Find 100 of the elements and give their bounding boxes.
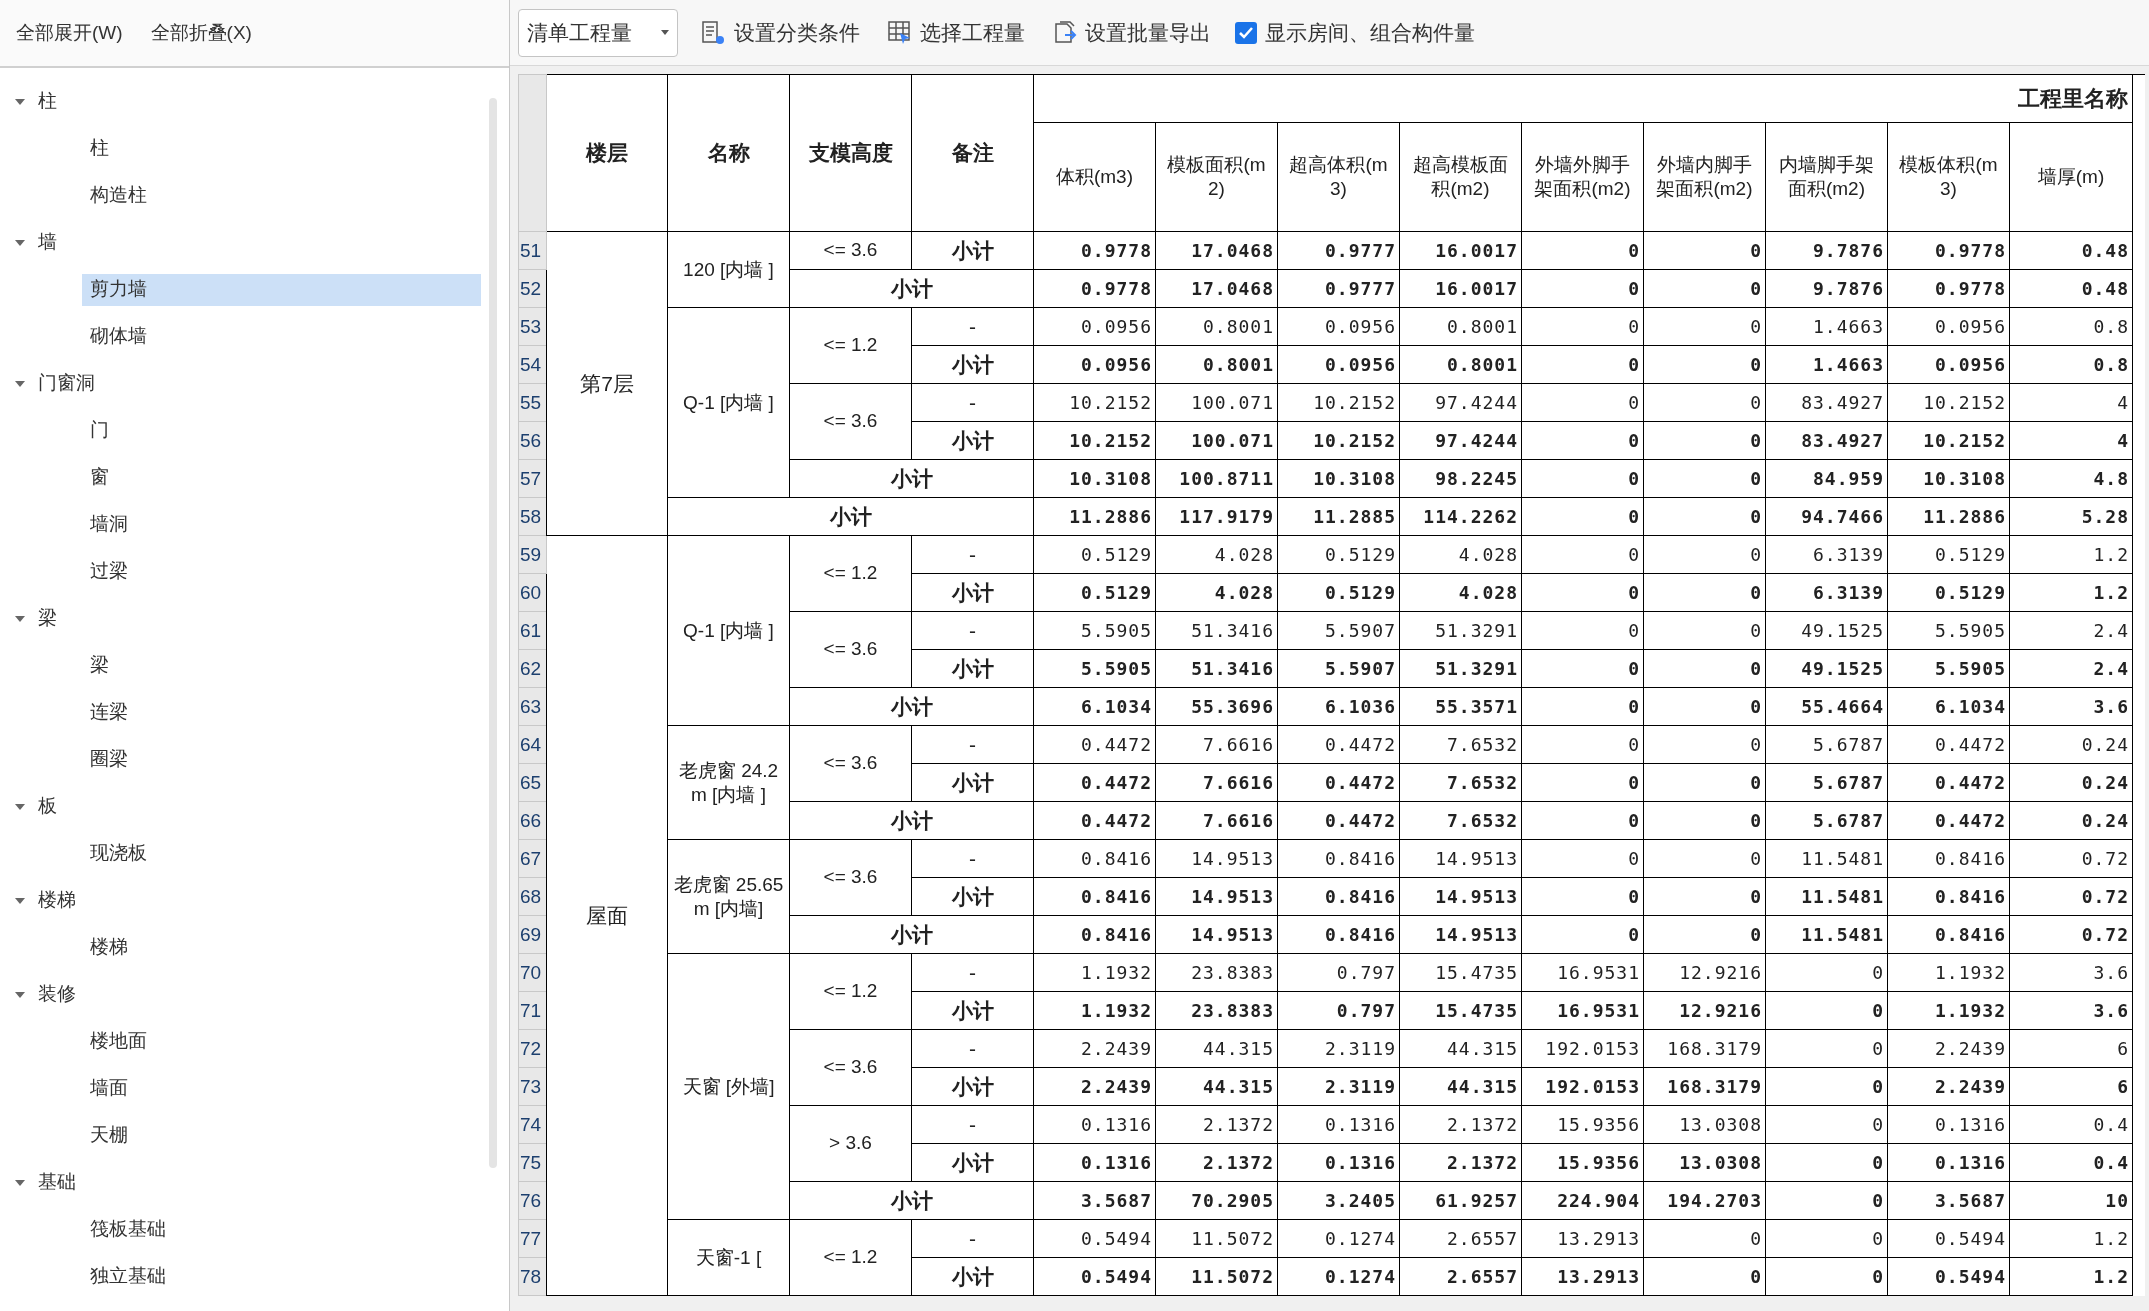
table-cell: 7.6532 [1399, 801, 1522, 840]
caret-icon[interactable] [14, 613, 26, 624]
row-number: 52 [518, 269, 547, 308]
caret-icon[interactable] [14, 96, 26, 107]
checkbox-label: 显示房间、组合构件量 [1265, 19, 1475, 46]
tree-item[interactable]: 构造柱 [82, 179, 481, 212]
row-number: 60 [518, 573, 547, 612]
tree-item[interactable]: 现浇板 [82, 837, 481, 870]
row-number: 57 [518, 459, 547, 498]
table-cell: 小计 [911, 345, 1034, 384]
column-header[interactable]: 内墙脚手架面积(m2) [1765, 122, 1888, 232]
toolbar-button[interactable]: 设置分类条件 [698, 10, 864, 55]
tree-item[interactable]: 过梁 [82, 555, 481, 588]
tree-item[interactable]: 柱 [82, 132, 481, 165]
column-header[interactable]: 模板体积(m3) [1887, 122, 2010, 232]
row-number: 63 [518, 687, 547, 726]
tree-item[interactable]: 砌体墙 [82, 320, 481, 353]
caret-icon[interactable] [14, 378, 26, 389]
toolbar-button[interactable]: 全部展开(W) [12, 13, 127, 53]
table-cell: 2.1372 [1399, 1143, 1522, 1182]
table-cell: 0 [1521, 725, 1644, 764]
tree-item[interactable]: 楼地面 [82, 1025, 481, 1058]
table-cell: 6.3139 [1765, 535, 1888, 574]
caret-icon[interactable] [14, 237, 26, 248]
table-cell: 13.0308 [1643, 1105, 1766, 1144]
column-header[interactable]: 体积(m3) [1033, 122, 1156, 232]
table-cell: 5.5905 [1887, 649, 2010, 688]
table-cell: 5.5905 [1033, 611, 1156, 650]
tree-item[interactable]: 梁 [38, 604, 57, 633]
tree-item[interactable]: 窗 [82, 461, 481, 494]
tree-item[interactable]: 墙面 [82, 1072, 481, 1105]
column-header[interactable]: 外墙外脚手架面积(m2) [1521, 122, 1644, 232]
table-cell: 0.4 [2009, 1105, 2133, 1144]
table-cell: 0.72 [2009, 915, 2133, 954]
column-header[interactable]: 模板面积(m2) [1155, 122, 1278, 232]
checkbox[interactable] [1235, 21, 1257, 44]
table-cell: 0.1316 [1277, 1143, 1400, 1182]
table-cell: 5.6787 [1765, 801, 1888, 840]
table-cell: 0.4472 [1277, 725, 1400, 764]
tree-item[interactable]: 筏板基础 [82, 1213, 481, 1246]
table-cell: 12.9216 [1643, 991, 1766, 1030]
table-cell: - [911, 307, 1034, 346]
column-header[interactable]: 超高模板面积(m2) [1399, 122, 1522, 232]
tree-item[interactable]: 墙洞 [82, 508, 481, 541]
caret-icon[interactable] [14, 801, 26, 812]
tree-item[interactable]: 楼梯 [38, 886, 76, 915]
tree-item[interactable]: 梁 [82, 649, 481, 682]
column-header[interactable]: 超高体积(m3) [1277, 122, 1400, 232]
table-select-icon [888, 20, 912, 45]
table-cell: 44.315 [1399, 1067, 1522, 1106]
table-cell: 11.2886 [1887, 497, 2010, 536]
table-cell: <= 1.2 [789, 307, 912, 384]
table-cell: 0.8416 [1033, 839, 1156, 878]
scrollbar[interactable] [489, 98, 497, 1168]
table-cell: 0 [1643, 573, 1766, 612]
column-header[interactable]: 墙厚(m) [2009, 122, 2133, 232]
dropdown[interactable]: 清单工程量 [518, 8, 678, 57]
tree-item[interactable]: 装修 [38, 980, 76, 1009]
table-cell: 11.5481 [1765, 915, 1888, 954]
table-cell: 0 [1521, 763, 1644, 802]
table-cell: 6 [2009, 1067, 2133, 1106]
tree-item[interactable]: 圈梁 [82, 743, 481, 776]
table-cell: 0 [1765, 1029, 1888, 1068]
table-cell: 0.1274 [1277, 1257, 1400, 1296]
column-header[interactable]: 楼层 [546, 74, 668, 232]
table-cell: 0.0956 [1033, 307, 1156, 346]
table-cell: 5.6787 [1765, 763, 1888, 802]
tree-item[interactable]: 柱 [38, 87, 57, 116]
table-cell: 小计 [789, 459, 1034, 498]
column-header[interactable]: 名称 [667, 74, 790, 232]
table-cell: 11.5481 [1765, 839, 1888, 878]
tree-item[interactable]: 门 [82, 414, 481, 447]
table-cell: 23.8383 [1155, 991, 1278, 1030]
column-group-header: 工程里名称 [1033, 74, 2133, 123]
table-cell: 2.2439 [1033, 1067, 1156, 1106]
tree-item[interactable]: 连梁 [82, 696, 481, 729]
column-header[interactable]: 支模高度 [789, 74, 912, 232]
tree-item[interactable]: 剪力墙 [82, 273, 481, 306]
tree-item[interactable]: 板 [38, 792, 57, 821]
tree-item[interactable]: 独立基础 [82, 1260, 481, 1293]
tree-item[interactable]: 楼梯 [82, 931, 481, 964]
caret-icon[interactable] [14, 989, 26, 1000]
table-cell: 0.5494 [1887, 1257, 2010, 1296]
row-number: 77 [518, 1219, 547, 1258]
toolbar-button[interactable]: 全部折叠(X) [146, 13, 256, 53]
table-cell: 0 [1643, 801, 1766, 840]
table-cell: 1.1932 [1033, 953, 1156, 992]
tree-item[interactable]: 天棚 [82, 1119, 481, 1152]
toolbar-button[interactable]: 选择工程量 [884, 10, 1029, 55]
table-cell: 0.8416 [1277, 877, 1400, 916]
table-cell: 0 [1521, 383, 1644, 422]
tree-item[interactable]: 墙 [38, 228, 57, 257]
caret-icon[interactable] [14, 1177, 26, 1188]
tree-item[interactable]: 基础 [38, 1168, 76, 1197]
caret-icon[interactable] [14, 895, 26, 906]
table-cell: 3.2405 [1277, 1181, 1400, 1220]
toolbar-button[interactable]: 设置批量导出 [1049, 10, 1215, 55]
tree-item[interactable]: 门窗洞 [38, 369, 95, 398]
column-header[interactable]: 外墙内脚手架面积(m2) [1643, 122, 1766, 232]
column-header[interactable]: 备注 [911, 74, 1034, 232]
